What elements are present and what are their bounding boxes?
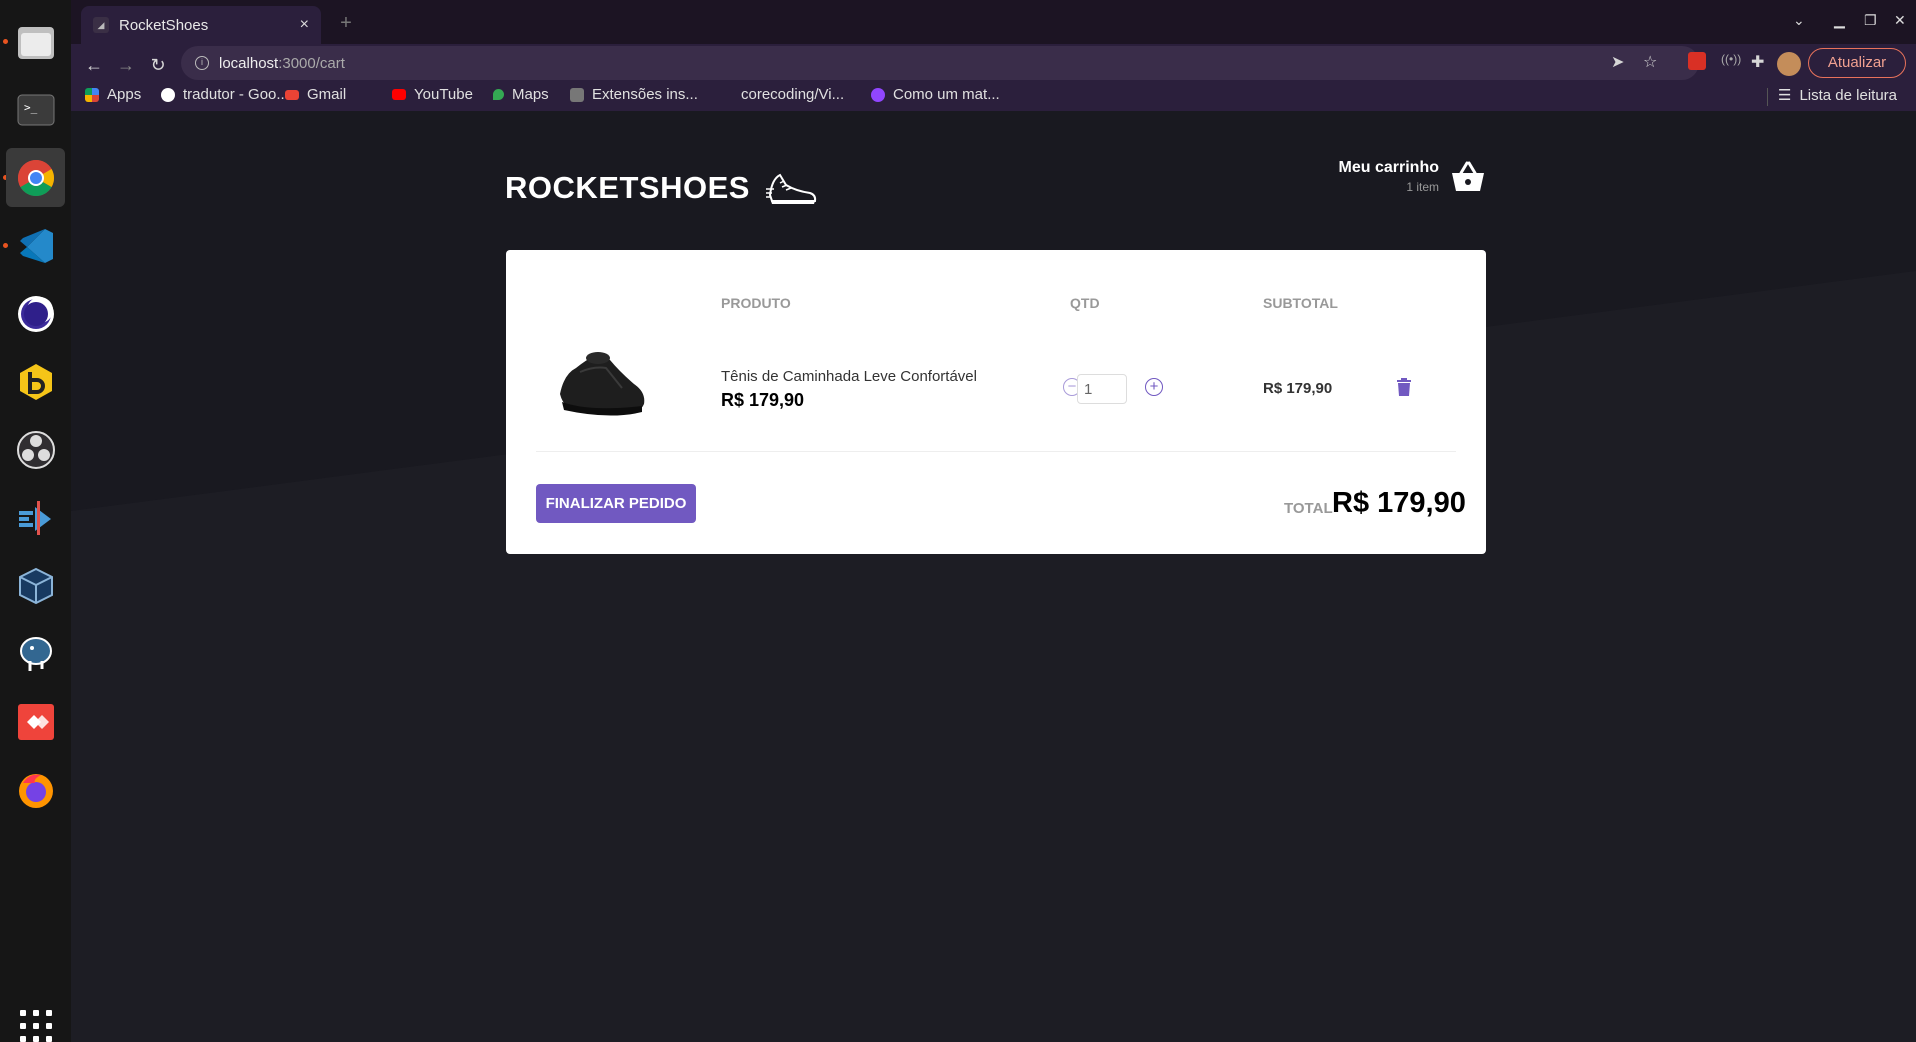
insomnia-icon[interactable]: [6, 488, 65, 547]
window-close-icon[interactable]: ✕: [1894, 12, 1906, 29]
tab-favicon-icon: ◢: [93, 17, 109, 33]
product-name: Tênis de Caminhada Leve Confortável: [721, 368, 977, 385]
bookmarks-bar: Apps tradutor - Goo... Gmail YouTube Map…: [71, 82, 1916, 110]
bookmark-label: YouTube: [414, 86, 473, 103]
reading-list-icon: ☰: [1778, 87, 1792, 104]
youtube-icon: [392, 89, 406, 100]
bookmark-label: Como um mat...: [893, 86, 1000, 103]
browser-toolbar: ← → ↻ i localhost :3000/cart ➤ ☆ ((•)) ✚…: [71, 44, 1916, 84]
obs-icon[interactable]: [6, 420, 65, 479]
twitch-icon: [871, 87, 885, 102]
bookmark-corecoding[interactable]: corecoding/Vi...: [741, 86, 844, 103]
forward-icon[interactable]: →: [113, 52, 139, 78]
firefox-icon[interactable]: [6, 760, 65, 819]
item-subtotal: R$ 179,90: [1263, 380, 1333, 397]
bookmark-label: Extensões ins...: [592, 86, 698, 103]
bookmark-maps[interactable]: Maps: [493, 86, 549, 103]
reading-list-label: Lista de leitura: [1799, 86, 1898, 104]
bookmark-extensoes[interactable]: Extensões ins...: [570, 86, 698, 103]
send-icon[interactable]: ➤: [1611, 52, 1624, 72]
chrome-icon[interactable]: [6, 148, 65, 207]
postgres-icon[interactable]: [6, 624, 65, 683]
vscode-icon[interactable]: [6, 216, 65, 275]
new-tab-icon[interactable]: +: [331, 10, 361, 36]
cart-item-count: 1 item: [1406, 180, 1439, 194]
back-icon[interactable]: ←: [81, 52, 107, 78]
browser-chrome: ◢ RocketShoes × + ⌄ ▁ ❐ ✕ ← → ↻ i localh…: [71, 0, 1916, 111]
quantity-input[interactable]: [1077, 374, 1127, 404]
restore-icon[interactable]: ❐: [1864, 12, 1877, 29]
bookmark-label: Maps: [512, 86, 549, 103]
virtualbox-icon[interactable]: [6, 556, 65, 615]
checkout-button[interactable]: FINALIZAR PEDIDO: [536, 484, 696, 523]
anydesk-icon[interactable]: [6, 692, 65, 751]
column-header-subtotal: SUBTOTAL: [1263, 295, 1338, 311]
cart-title: Meu carrinho: [1338, 159, 1439, 176]
bookmark-apps[interactable]: Apps: [85, 86, 141, 103]
tab-strip: ◢ RocketShoes × + ⌄ ▁ ❐ ✕: [71, 0, 1916, 44]
eclipse-icon[interactable]: [6, 284, 65, 343]
address-bar[interactable]: i localhost :3000/cart ➤ ☆: [181, 46, 1699, 80]
logo-link[interactable]: ROCKETSHOES: [505, 169, 818, 207]
extensions-puzzle-icon[interactable]: ✚: [1751, 52, 1764, 72]
product-image: [560, 352, 645, 416]
column-header-qty: QTD: [1070, 295, 1100, 311]
logo-text: ROCKETSHOES: [505, 170, 750, 205]
extension-icon: [570, 87, 584, 102]
profile-avatar[interactable]: [1777, 52, 1801, 76]
bookmark-youtube[interactable]: YouTube: [392, 86, 473, 103]
bookmark-star-icon[interactable]: ☆: [1643, 52, 1657, 72]
reload-icon[interactable]: ↻: [145, 52, 171, 78]
gmail-icon: [285, 89, 299, 100]
maps-pin-icon: [493, 89, 504, 100]
show-apps-icon[interactable]: [20, 1010, 52, 1042]
extension-icon[interactable]: [1688, 52, 1706, 70]
tab-rocketshoes[interactable]: ◢ RocketShoes ×: [81, 6, 321, 44]
sneaker-logo-icon: [765, 173, 817, 204]
bookmark-label: tradutor - Goo...: [183, 86, 289, 103]
page-viewport: ROCKETSHOES Meu carrinho 1 item PRODUTO …: [71, 111, 1916, 1042]
cart-summary: Meu carrinho 1 item: [1339, 159, 1439, 194]
minimize-icon[interactable]: ▁: [1834, 12, 1845, 29]
product-price: R$ 179,90: [721, 390, 805, 410]
column-header-product: PRODUTO: [721, 295, 791, 311]
divider: [1767, 88, 1768, 106]
cart-container: PRODUTO QTD SUBTOTAL Tênis de Caminhada …: [506, 250, 1486, 554]
bookmark-label: Gmail: [307, 86, 347, 103]
reading-list-button[interactable]: ☰ Lista de leitura: [1778, 86, 1898, 105]
ubuntu-dock: >_: [0, 0, 71, 1042]
site-info-icon[interactable]: i: [195, 56, 209, 70]
increment-quantity-icon[interactable]: +: [1145, 378, 1163, 396]
google-icon: [161, 87, 175, 102]
files-icon[interactable]: [6, 12, 65, 71]
beekeeper-icon[interactable]: [6, 352, 65, 411]
divider: [536, 451, 1456, 452]
bookmark-tradutor[interactable]: tradutor - Goo...: [161, 86, 289, 103]
terminal-icon[interactable]: >_: [6, 80, 65, 139]
url-host: localhost: [219, 54, 279, 72]
tab-title: RocketShoes: [119, 16, 209, 34]
cart-link[interactable]: Meu carrinho 1 item: [1339, 159, 1485, 194]
apps-grid-icon: [85, 87, 99, 102]
svg-text:>_: >_: [24, 101, 38, 114]
bookmark-como-um-mat[interactable]: Como um mat...: [871, 86, 1000, 103]
tab-close-icon[interactable]: ×: [300, 16, 309, 34]
site-header: ROCKETSHOES Meu carrinho 1 item: [505, 159, 1485, 219]
trash-icon[interactable]: [1396, 378, 1412, 396]
bookmark-label: corecoding/Vi...: [741, 86, 845, 103]
cast-icon[interactable]: ((•)): [1721, 52, 1741, 66]
bookmark-label: Apps: [107, 86, 142, 103]
total-label: TOTAL: [1284, 500, 1333, 517]
update-button[interactable]: Atualizar: [1808, 48, 1906, 78]
url-path: :3000/cart: [278, 54, 345, 72]
bookmark-gmail[interactable]: Gmail: [285, 86, 346, 103]
total-value: R$ 179,90: [1332, 487, 1466, 519]
shopping-basket-icon: [1452, 161, 1484, 191]
tab-search-icon[interactable]: ⌄: [1793, 12, 1805, 29]
